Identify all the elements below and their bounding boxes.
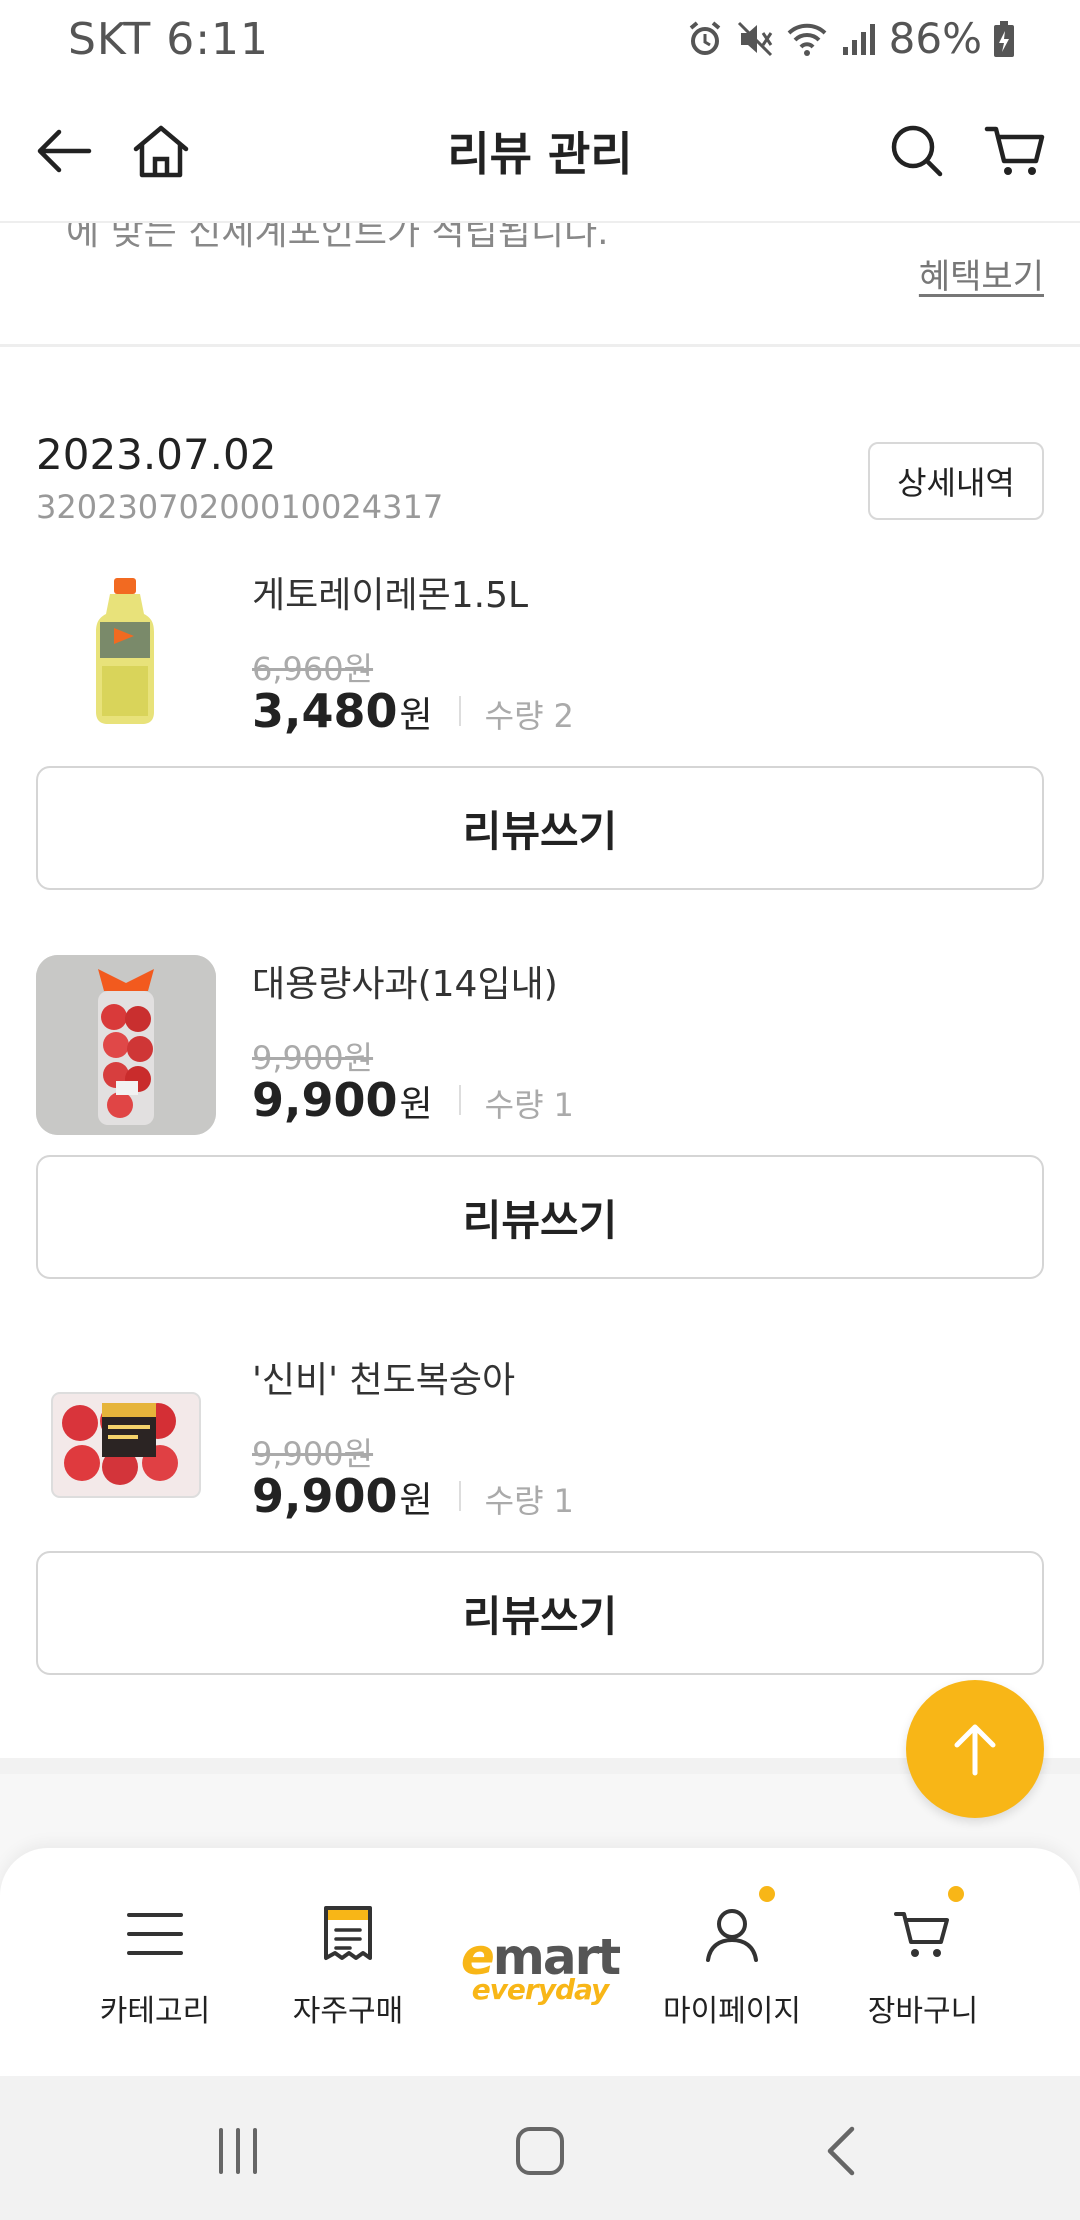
- nav-frequent-label: 자주구매: [292, 1994, 404, 2029]
- points-notice: 에 맞는 신세계포인트가 적립됩니다. 혜택보기: [0, 223, 1080, 347]
- recent-apps-icon: [219, 2128, 257, 2174]
- quantity-label: 수량: [484, 1086, 544, 1124]
- drink-bottle-icon: [96, 578, 154, 724]
- write-review-button[interactable]: 리뷰쓰기: [36, 1155, 1044, 1279]
- battery-icon: [992, 19, 1016, 59]
- product-name[interactable]: 대용량사과(14입내): [252, 955, 558, 1007]
- product-item: '신비' 천도복숭아 9,900원 9,900 원 수량 1 리뷰쓰기: [0, 1351, 1080, 1675]
- nav-cart[interactable]: 장바구니: [828, 1848, 1018, 2076]
- nav-mypage-label: 마이페이지: [663, 1994, 801, 2029]
- quantity-label: 수량: [484, 697, 544, 735]
- home-square-icon: [516, 2127, 564, 2175]
- order-detail-button[interactable]: 상세내역: [868, 442, 1044, 520]
- apple-bag-icon: [36, 955, 216, 1135]
- menu-icon: [60, 1898, 250, 1970]
- search-icon: [891, 125, 943, 177]
- nav-mypage[interactable]: 마이페이지: [637, 1848, 827, 2076]
- notice-text: 에 맞는 신세계포인트가 적립됩니다.: [66, 223, 609, 253]
- chevron-left-icon: [827, 2126, 855, 2176]
- battery-percent: 86%: [888, 14, 982, 63]
- cart-icon: [984, 126, 1045, 175]
- signal-icon: [839, 19, 879, 59]
- app-header: 리뷰 관리: [0, 78, 1080, 223]
- currency-unit: 원: [399, 1084, 433, 1125]
- sale-price: 3,480: [252, 684, 398, 738]
- product-image[interactable]: [36, 566, 216, 746]
- status-bar: SKT 6:11 86%: [0, 0, 1080, 78]
- product-item: 게토레이레몬1.5L 6,960원 3,480 원 수량 2 리뷰쓰기: [0, 566, 1080, 890]
- receipt-icon: [253, 1898, 443, 1970]
- price-row: 3,480 원 수량 2: [252, 684, 574, 738]
- mute-icon: [735, 19, 775, 59]
- product-image[interactable]: [36, 955, 216, 1135]
- order-date: 2023.07.02: [36, 430, 277, 479]
- cart-icon: [828, 1898, 1018, 1970]
- product-item: 대용량사과(14입내) 9,900원 9,900 원 수량 1 리뷰쓰기: [0, 955, 1080, 1279]
- cart-button[interactable]: [980, 116, 1050, 186]
- price-row: 9,900 원 수량 1: [252, 1469, 574, 1523]
- quantity-label: 수량: [484, 1482, 544, 1520]
- alarm-icon: [685, 19, 725, 59]
- nav-home-logo[interactable]: emart everyday: [445, 1848, 635, 2076]
- sale-price: 9,900: [252, 1469, 398, 1523]
- sale-price: 9,900: [252, 1073, 398, 1127]
- recent-apps-button[interactable]: [198, 2116, 278, 2186]
- status-icons: 86%: [685, 14, 1016, 63]
- write-review-button[interactable]: 리뷰쓰기: [36, 766, 1044, 890]
- nav-category-label: 카테고리: [99, 1994, 211, 2029]
- system-navigation-bar: [0, 2076, 1080, 2220]
- peach-pack-icon: [51, 1392, 201, 1498]
- emart-everyday-logo: emart everyday: [460, 1928, 621, 2006]
- nav-category[interactable]: 카테고리: [60, 1848, 250, 2076]
- arrow-up-icon: [954, 1724, 996, 1776]
- currency-unit: 원: [399, 1480, 433, 1521]
- home-system-button[interactable]: [500, 2116, 580, 2186]
- quantity-value: 2: [553, 697, 574, 735]
- scroll-to-top-button[interactable]: [906, 1680, 1044, 1818]
- bottom-navigation: 카테고리 자주구매 emart everyday 마이페이지 장바구니: [0, 1848, 1080, 2076]
- write-review-button[interactable]: 리뷰쓰기: [36, 1551, 1044, 1675]
- divider: [458, 1085, 461, 1115]
- nav-cart-label: 장바구니: [867, 1994, 979, 2029]
- status-carrier-time: SKT 6:11: [68, 14, 270, 65]
- quantity-value: 1: [553, 1482, 574, 1520]
- order-number: 32023070200010024317: [36, 488, 444, 526]
- nav-frequent-purchase[interactable]: 자주구매: [253, 1848, 443, 2076]
- divider: [458, 1481, 461, 1511]
- wifi-icon: [785, 19, 829, 59]
- divider: [458, 696, 461, 726]
- price-row: 9,900 원 수량 1: [252, 1073, 574, 1127]
- product-name[interactable]: '신비' 천도복숭아: [252, 1351, 515, 1403]
- search-button[interactable]: [882, 116, 952, 186]
- notification-dot: [948, 1886, 964, 1902]
- person-icon: [637, 1898, 827, 1970]
- quantity-value: 1: [553, 1086, 574, 1124]
- product-name[interactable]: 게토레이레몬1.5L: [252, 566, 528, 618]
- product-image[interactable]: [36, 1351, 216, 1531]
- benefit-link[interactable]: 혜택보기: [919, 249, 1044, 298]
- back-system-button[interactable]: [802, 2116, 882, 2186]
- currency-unit: 원: [399, 695, 433, 736]
- notification-dot: [759, 1886, 775, 1902]
